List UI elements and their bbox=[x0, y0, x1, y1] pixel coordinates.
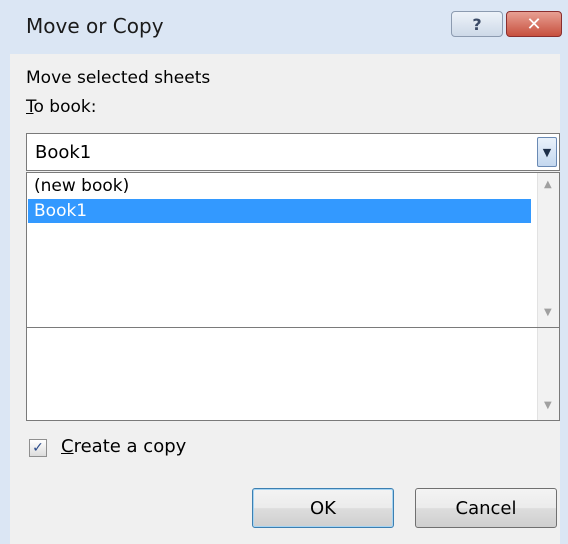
list-item-book1[interactable]: Book1 bbox=[28, 199, 531, 223]
chevron-down-icon: ▼ bbox=[542, 145, 552, 159]
checkmark-icon: ✓ bbox=[32, 440, 44, 456]
create-copy-checkbox[interactable]: ✓ bbox=[29, 439, 47, 457]
create-copy-accelerator: C bbox=[61, 436, 74, 457]
to-book-label-text: o book: bbox=[33, 97, 97, 117]
help-icon: ? bbox=[472, 14, 482, 34]
scroll-up-icon[interactable]: ▲ bbox=[544, 179, 552, 190]
to-book-selected-value: Book1 bbox=[35, 142, 92, 163]
to-book-accelerator: T bbox=[26, 97, 34, 117]
book-list-scrollbar[interactable]: ▲ ▼ bbox=[537, 173, 559, 327]
create-copy-label-text: reate a copy bbox=[73, 436, 187, 457]
move-selected-sheets-label: Move selected sheets bbox=[26, 68, 211, 88]
before-sheet-scrollbar[interactable]: ▼ bbox=[537, 328, 559, 420]
before-sheet-list[interactable]: ▼ bbox=[26, 327, 560, 421]
cancel-button[interactable]: Cancel bbox=[415, 488, 557, 528]
close-button[interactable]: ✕ bbox=[506, 11, 562, 37]
window-title: Move or Copy bbox=[26, 14, 164, 38]
scroll-down-icon[interactable]: ▼ bbox=[544, 307, 552, 318]
book-list[interactable]: (new book) Book1 ▲ ▼ bbox=[26, 172, 560, 328]
help-button[interactable]: ? bbox=[451, 11, 503, 37]
title-bar[interactable]: Move or Copy ? ✕ bbox=[0, 0, 568, 54]
close-icon: ✕ bbox=[526, 13, 542, 35]
dropdown-button[interactable]: ▼ bbox=[537, 137, 557, 167]
ok-button[interactable]: OK bbox=[252, 488, 394, 528]
create-copy-label[interactable]: Create a copy bbox=[61, 436, 186, 457]
scroll-down-icon[interactable]: ▼ bbox=[544, 400, 552, 411]
to-book-dropdown[interactable]: Book1 ▼ bbox=[26, 133, 560, 171]
list-item-new-book[interactable]: (new book) bbox=[28, 174, 531, 198]
to-book-label: To book: bbox=[26, 97, 96, 117]
